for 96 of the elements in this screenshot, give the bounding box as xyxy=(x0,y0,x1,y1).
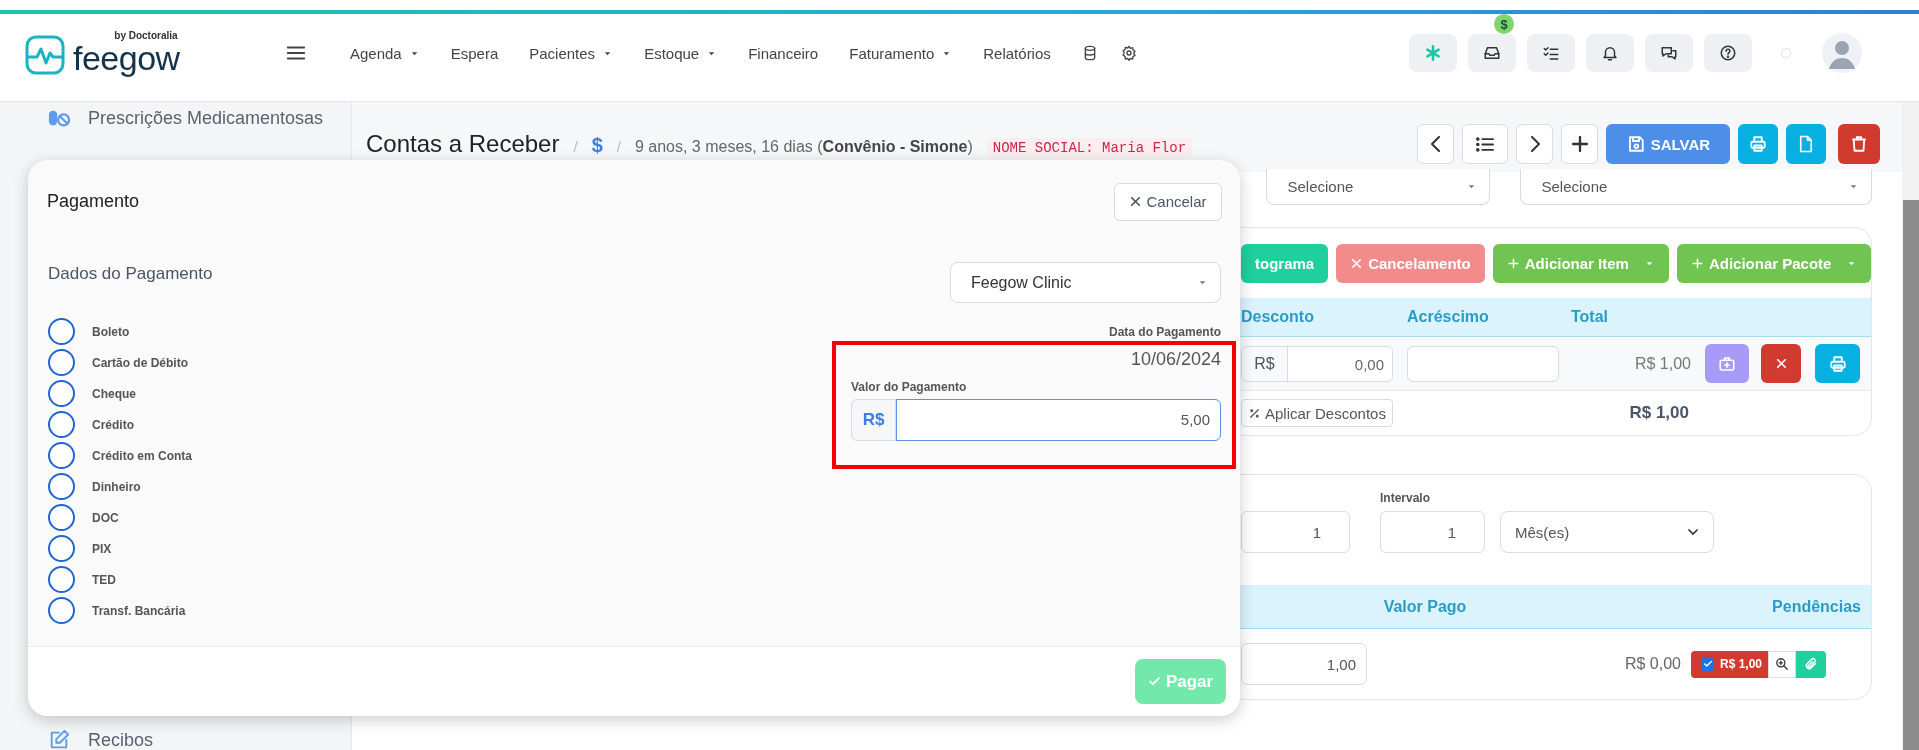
page-title: Contas a Receber xyxy=(366,130,560,158)
nav-link[interactable]: Financeiro xyxy=(748,44,819,62)
chat-button[interactable] xyxy=(1645,34,1693,72)
printer-icon xyxy=(1828,354,1847,373)
settings-icon[interactable] xyxy=(1120,45,1137,61)
payment-method-option[interactable]: PIX xyxy=(48,533,213,564)
help-button[interactable] xyxy=(1704,34,1752,72)
chevron-left-icon xyxy=(1430,136,1441,152)
inbox-icon xyxy=(1483,44,1501,62)
add-button[interactable] xyxy=(1561,124,1599,164)
surcharge-field[interactable] xyxy=(1407,345,1559,382)
breadcrumb-separator: / xyxy=(616,138,621,155)
sidebar-item[interactable]: Prescrições Medicamentosas xyxy=(48,104,351,132)
delete-button[interactable] xyxy=(1838,124,1881,164)
close-icon xyxy=(1129,195,1143,208)
close-icon xyxy=(1350,256,1364,270)
edit-icon xyxy=(48,729,70,750)
payment-method-option[interactable]: TED xyxy=(48,564,213,595)
previous-button[interactable] xyxy=(1417,124,1455,164)
payment-method-option[interactable]: Cartão de Débito xyxy=(48,347,213,378)
paperclip-icon xyxy=(1804,657,1819,671)
payment-method-option[interactable]: Cheque xyxy=(48,378,213,409)
plus-icon xyxy=(1506,256,1520,270)
plus-icon xyxy=(1690,256,1704,270)
checklist-button[interactable] xyxy=(1527,34,1575,72)
column-header: Acréscimo xyxy=(1407,308,1490,326)
column-header: Total xyxy=(1571,308,1609,326)
unit-select[interactable]: Mês(es) xyxy=(1500,511,1714,553)
logo-tagline: by Doctoralia xyxy=(114,31,178,41)
pending-amount: R$ 1,00 xyxy=(1720,657,1763,671)
checklist-icon xyxy=(1542,44,1560,62)
trash-icon xyxy=(1850,135,1869,153)
section-title: Dados do Pagamento xyxy=(48,264,213,284)
column-header: Desconto xyxy=(1241,308,1315,326)
list-icon xyxy=(1476,136,1495,152)
dialog-title: Pagamento xyxy=(47,191,140,212)
payment-method-option[interactable]: Crédito em Conta xyxy=(48,440,213,471)
list-button[interactable] xyxy=(1462,124,1509,164)
asterisk-icon xyxy=(1424,44,1442,62)
apply-discounts-button[interactable]: Aplicar Descontos xyxy=(1241,399,1393,427)
select-field[interactable]: Selecione xyxy=(1520,169,1873,205)
notification-badge: $ xyxy=(1494,14,1514,34)
paid-field[interactable]: 1,00 xyxy=(1241,643,1367,685)
unit-select[interactable]: Feegow Clinic xyxy=(950,262,1221,303)
field-label: Intervalo xyxy=(1380,491,1431,505)
sidebar-item[interactable]: Recibos xyxy=(48,726,351,750)
total-value: R$ 1,00 xyxy=(1633,354,1691,373)
payment-method-option[interactable]: Boleto xyxy=(48,316,213,347)
nav-link[interactable]: Espera xyxy=(450,44,499,62)
breadcrumb-separator: / xyxy=(573,138,578,155)
discount-field[interactable]: R$ 0,00 xyxy=(1241,345,1393,382)
percent-icon xyxy=(1248,406,1261,420)
patient-info: 9 anos, 3 meses, 16 dias (Convênio - Simone) xyxy=(634,138,973,156)
nav-link[interactable]: Relatórios xyxy=(983,44,1051,62)
breadcrumb-link[interactable]: $ xyxy=(591,134,603,157)
bell-button[interactable] xyxy=(1586,34,1634,72)
plus-icon xyxy=(1571,136,1588,152)
help-icon xyxy=(1719,44,1737,62)
nav-link[interactable]: Pacientes xyxy=(529,44,614,62)
chevron-right-icon xyxy=(1529,136,1540,152)
payment-method-option[interactable]: DOC xyxy=(48,502,213,533)
nav-link[interactable]: Faturamento xyxy=(849,44,953,62)
bell-icon xyxy=(1601,44,1619,62)
checkbox[interactable] xyxy=(1701,657,1714,671)
field-label: Data do Pagamento xyxy=(1108,325,1221,339)
printer-icon xyxy=(1749,135,1768,153)
count-field[interactable]: 1 xyxy=(1241,511,1350,553)
nav-link[interactable]: Estoque xyxy=(644,44,718,62)
select-field[interactable]: Selecione xyxy=(1266,169,1491,205)
column-header: Valor Pago xyxy=(1382,597,1468,616)
sum-value: R$ 1,00 xyxy=(1628,403,1689,423)
remove-button[interactable] xyxy=(1761,344,1801,383)
payment-method-option[interactable]: Transf. Bancária xyxy=(48,595,213,626)
inbox-button[interactable] xyxy=(1468,34,1516,72)
paid-value: R$ 0,00 xyxy=(1623,655,1681,673)
field-label: Valor do Pagamento xyxy=(851,380,968,394)
payment-method-option[interactable]: Crédito xyxy=(48,409,213,440)
chat-icon xyxy=(1660,44,1678,62)
zoom-button[interactable] xyxy=(1768,650,1797,678)
cancel-button[interactable]: Cancelar xyxy=(1114,182,1222,221)
next-button[interactable] xyxy=(1516,124,1554,164)
logo-text: feegow xyxy=(73,41,180,75)
date-value: 10/06/2024 xyxy=(1130,349,1221,370)
zoom-in-icon xyxy=(1775,657,1790,671)
payment-method-option[interactable]: Dinheiro xyxy=(48,471,213,502)
column-header: Pendências xyxy=(1771,597,1861,616)
medical-kit-icon xyxy=(1718,354,1736,373)
interval-field[interactable]: 1 xyxy=(1380,511,1485,553)
scrollbar[interactable] xyxy=(1902,102,1919,750)
check-icon xyxy=(1702,659,1713,669)
nav-link[interactable]: Agenda xyxy=(350,44,420,62)
save-icon xyxy=(1626,135,1645,153)
check-icon xyxy=(1147,675,1161,688)
close-icon xyxy=(1774,357,1788,370)
social-name-tag: NOME SOCIAL: Maria Flor xyxy=(986,138,1193,158)
logo-icon xyxy=(25,35,65,75)
